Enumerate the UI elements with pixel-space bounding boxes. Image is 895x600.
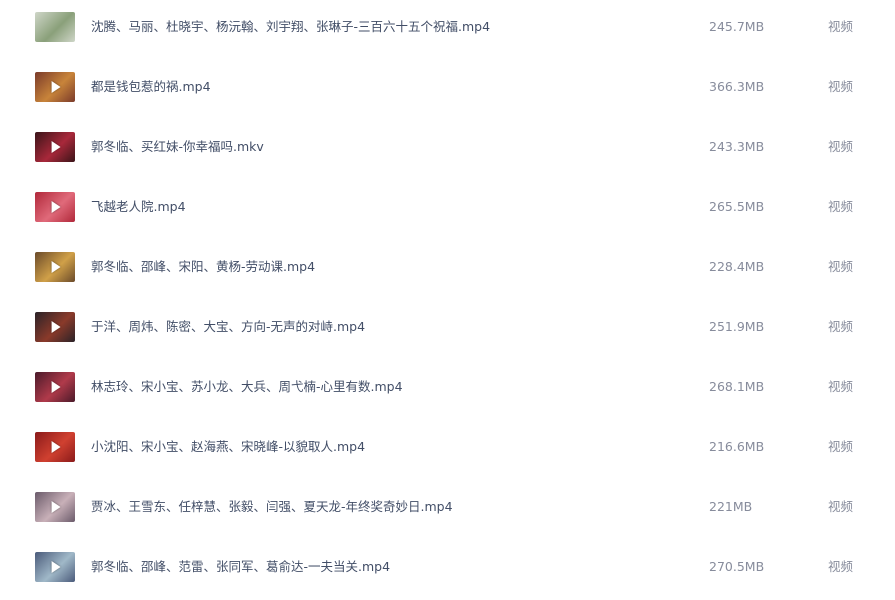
play-icon (51, 201, 61, 213)
file-name[interactable]: 郭冬临、买红妹-你幸福吗.mkv (91, 137, 264, 157)
video-thumbnail[interactable] (35, 492, 75, 522)
play-icon (51, 81, 61, 93)
file-row[interactable]: 郭冬临、买红妹-你幸福吗.mkv 243.3MB 视频 (0, 120, 895, 180)
file-type: 视频 (828, 439, 854, 454)
file-size: 251.9MB (709, 319, 765, 334)
video-thumbnail[interactable] (35, 552, 75, 582)
file-size: 245.7MB (709, 19, 765, 34)
file-type: 视频 (828, 259, 854, 274)
play-icon (51, 561, 61, 573)
file-name[interactable]: 都是钱包惹的祸.mp4 (91, 77, 211, 97)
video-thumbnail[interactable] (35, 372, 75, 402)
file-row[interactable]: 小沈阳、宋小宝、赵海燕、宋晓峰-以貌取人.mp4 216.6MB 视频 (0, 420, 895, 480)
file-name[interactable]: 于洋、周炜、陈密、大宝、方向-无声的对峙.mp4 (91, 317, 365, 337)
file-row[interactable]: 沈腾、马丽、杜晓宇、杨沅翰、刘宇翔、张琳子-三百六十五个祝福.mp4 245.7M… (0, 0, 895, 60)
file-size: 268.1MB (709, 379, 765, 394)
file-row[interactable]: 郭冬临、邵峰、范雷、张同军、葛俞达-一夫当关.mp4 270.5MB 视频 (0, 540, 895, 600)
file-size: 243.3MB (709, 139, 765, 154)
file-row[interactable]: 林志玲、宋小宝、苏小龙、大兵、周弋楠-心里有数.mp4 268.1MB 视频 (0, 360, 895, 420)
file-name[interactable]: 沈腾、马丽、杜晓宇、杨沅翰、刘宇翔、张琳子-三百六十五个祝福.mp4 (91, 17, 490, 37)
file-size: 228.4MB (709, 259, 765, 274)
play-icon (51, 261, 61, 273)
play-icon (51, 141, 61, 153)
file-name[interactable]: 郭冬临、邵峰、范雷、张同军、葛俞达-一夫当关.mp4 (91, 557, 390, 577)
file-size: 216.6MB (709, 439, 765, 454)
video-thumbnail[interactable] (35, 312, 75, 342)
play-icon (51, 381, 61, 393)
file-type: 视频 (828, 319, 854, 334)
file-size: 221MB (709, 499, 753, 514)
video-thumbnail[interactable] (35, 12, 75, 42)
file-type: 视频 (828, 559, 854, 574)
file-type: 视频 (828, 379, 854, 394)
file-row[interactable]: 于洋、周炜、陈密、大宝、方向-无声的对峙.mp4 251.9MB 视频 (0, 300, 895, 360)
file-name[interactable]: 小沈阳、宋小宝、赵海燕、宋晓峰-以貌取人.mp4 (91, 437, 365, 457)
video-thumbnail[interactable] (35, 72, 75, 102)
file-name[interactable]: 飞越老人院.mp4 (91, 197, 186, 217)
file-size: 265.5MB (709, 199, 765, 214)
file-row[interactable]: 郭冬临、邵峰、宋阳、黄杨-劳动课.mp4 228.4MB 视频 (0, 240, 895, 300)
file-size: 270.5MB (709, 559, 765, 574)
file-name[interactable]: 林志玲、宋小宝、苏小龙、大兵、周弋楠-心里有数.mp4 (91, 377, 403, 397)
video-thumbnail[interactable] (35, 252, 75, 282)
file-name[interactable]: 贾冰、王雪东、任梓慧、张毅、闫强、夏天龙-年终奖奇妙日.mp4 (91, 497, 453, 517)
video-thumbnail[interactable] (35, 192, 75, 222)
file-size: 366.3MB (709, 79, 765, 94)
play-icon (51, 501, 61, 513)
play-icon (51, 321, 61, 333)
file-row[interactable]: 飞越老人院.mp4 265.5MB 视频 (0, 180, 895, 240)
file-row[interactable]: 贾冰、王雪东、任梓慧、张毅、闫强、夏天龙-年终奖奇妙日.mp4 221MB 视频 (0, 480, 895, 540)
play-icon (51, 441, 61, 453)
file-type: 视频 (828, 199, 854, 214)
file-type: 视频 (828, 499, 854, 514)
video-thumbnail[interactable] (35, 432, 75, 462)
file-type: 视频 (828, 19, 854, 34)
file-type: 视频 (828, 139, 854, 154)
file-list: 沈腾、马丽、杜晓宇、杨沅翰、刘宇翔、张琳子-三百六十五个祝福.mp4 245.7M… (0, 0, 895, 600)
file-row[interactable]: 都是钱包惹的祸.mp4 366.3MB 视频 (0, 60, 895, 120)
video-thumbnail[interactable] (35, 132, 75, 162)
file-type: 视频 (828, 79, 854, 94)
file-name[interactable]: 郭冬临、邵峰、宋阳、黄杨-劳动课.mp4 (91, 257, 315, 277)
